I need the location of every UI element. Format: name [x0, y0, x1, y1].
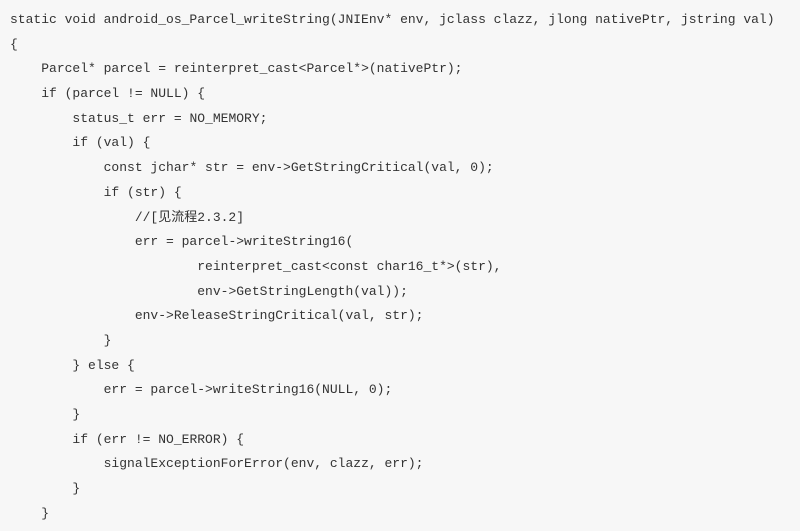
code-block: static void android_os_Parcel_writeStrin… [10, 8, 790, 531]
